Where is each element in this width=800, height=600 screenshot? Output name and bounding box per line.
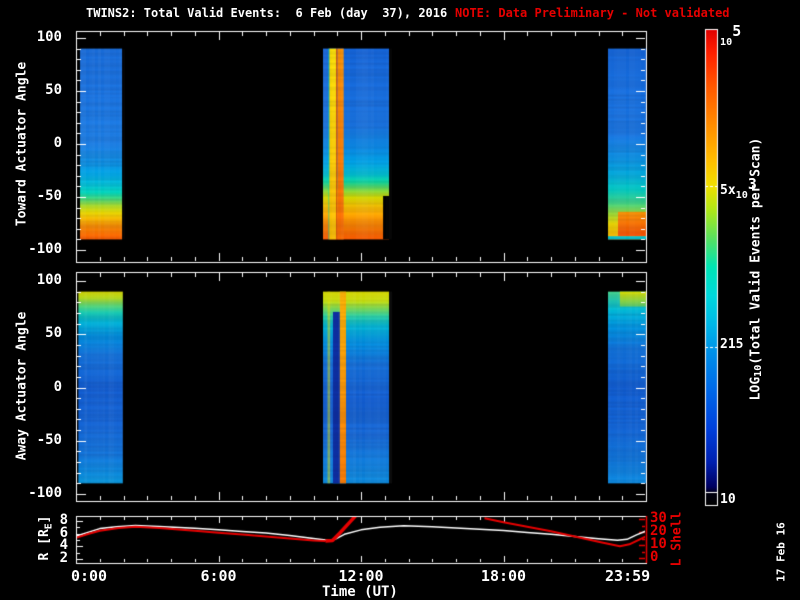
colorbar-tick-label: 5x103 bbox=[720, 177, 757, 201]
time-tick-label: 0:00 bbox=[49, 569, 129, 584]
time-tick-label: 12:00 bbox=[321, 569, 401, 584]
y-tick-label-away: 0 bbox=[22, 380, 62, 394]
l-shell-tick-label: 0 bbox=[650, 550, 658, 564]
y-tick-label-away: -100 bbox=[22, 486, 62, 500]
colorbar-tick-label: 105 bbox=[720, 24, 741, 48]
y-tick-label-toward: -100 bbox=[22, 242, 62, 256]
y-tick-label-away: -50 bbox=[22, 433, 62, 447]
spectrogram-canvas bbox=[0, 0, 800, 600]
y-tick-label-toward: 50 bbox=[22, 83, 62, 97]
r-tick-label: 2 bbox=[30, 551, 68, 565]
time-tick-label: 6:00 bbox=[179, 569, 259, 584]
time-tick-label: 18:00 bbox=[464, 569, 544, 584]
y-tick-label-away: 50 bbox=[22, 326, 62, 340]
y-tick-label-toward: 0 bbox=[22, 136, 62, 150]
page-title: TWINS2: Total Valid Events: 6 Feb (day 3… bbox=[86, 7, 447, 19]
twins2-plot-window: TWINS2: Total Valid Events: 6 Feb (day 3… bbox=[0, 0, 800, 600]
time-tick-label: 23:59 bbox=[588, 569, 668, 584]
l-shell-axis-title: L Shell bbox=[671, 512, 684, 567]
colorbar-tick-label: 10 bbox=[720, 493, 736, 506]
y-tick-label-away: 100 bbox=[22, 273, 62, 287]
y-tick-label-toward: 100 bbox=[22, 30, 62, 44]
preliminary-note: NOTE: Data Preliminary - Not validated bbox=[455, 7, 730, 19]
time-axis-title: Time (UT) bbox=[322, 585, 398, 599]
y-tick-label-toward: -50 bbox=[22, 189, 62, 203]
date-stamp: 17 Feb 16 bbox=[776, 522, 787, 582]
colorbar-tick-label: 215 bbox=[720, 338, 743, 351]
